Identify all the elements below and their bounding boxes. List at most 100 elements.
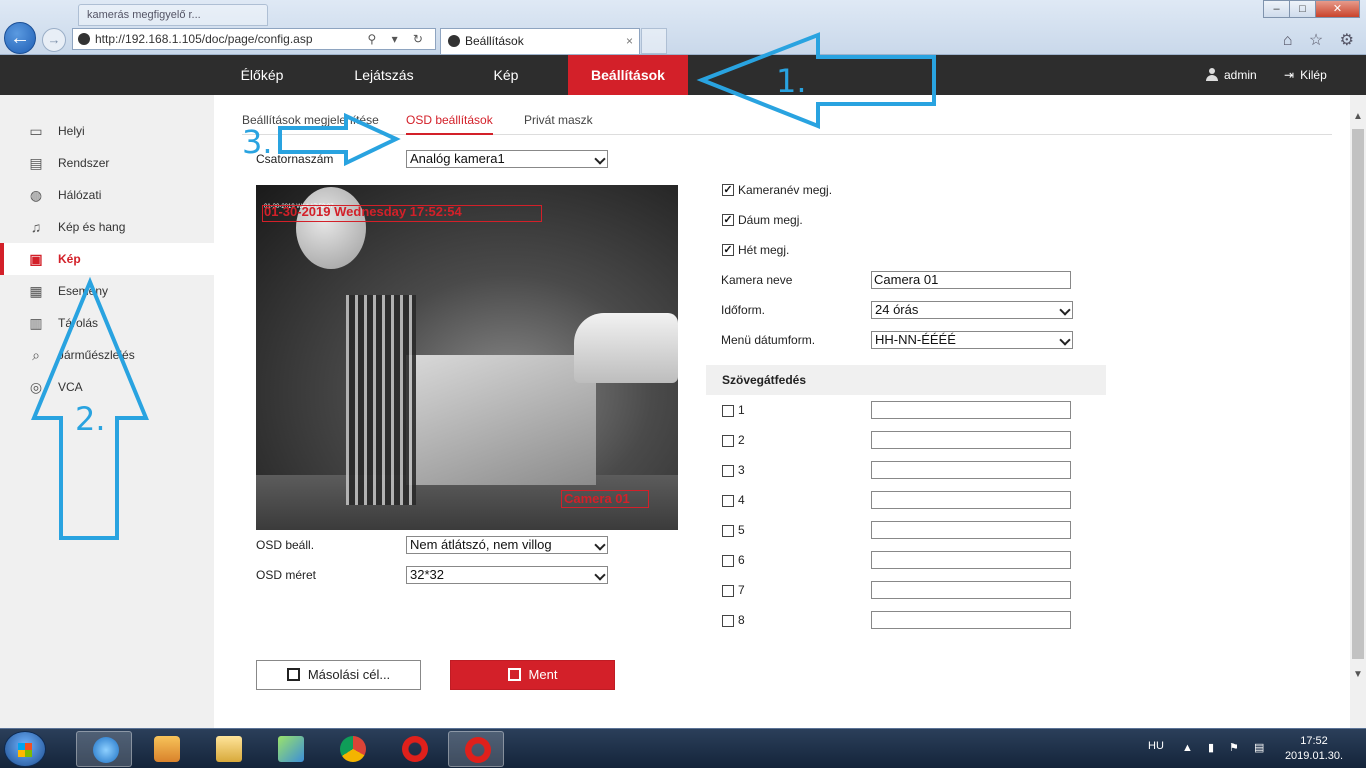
chevron-down-icon (1059, 334, 1071, 346)
osd-mode-value: Nem átlátszó, nem villog (410, 537, 552, 552)
show-camera-name-checkbox[interactable]: ✓ (722, 184, 734, 196)
tab-privacy-mask[interactable]: Privát maszk (524, 109, 593, 135)
copy-button-label: Másolási cél... (307, 667, 391, 682)
page-scrollbar[interactable]: ▲ ▼ (1350, 95, 1366, 728)
time-format-label: Időform. (721, 303, 766, 317)
camera-name-label: Kamera neve (721, 273, 793, 287)
sidebar-item-video-audio[interactable]: ♫ Kép és hang (0, 211, 214, 243)
camera-name-input[interactable]: Camera 01 (871, 271, 1071, 289)
clock-time: 17:52 (1300, 735, 1328, 747)
chevron-down-icon (594, 539, 606, 551)
logout-link[interactable]: ⇥ Kilép (1284, 55, 1327, 95)
address-url: http://192.168.1.105/doc/page/config.asp (95, 32, 313, 46)
overlay-2-checkbox[interactable] (722, 435, 734, 447)
sidebar-item-local[interactable]: ▭ Helyi (0, 115, 214, 147)
save-button[interactable]: Ment (450, 660, 615, 690)
calendar-icon: ▦ (29, 283, 43, 299)
overlay-1-input[interactable] (871, 401, 1071, 419)
folder-icon (216, 736, 242, 762)
preview-gate (346, 295, 416, 505)
taskbar-chrome[interactable] (324, 731, 380, 767)
sidebar-item-event[interactable]: ▦ Esemény (0, 275, 214, 307)
overlay-6-checkbox[interactable] (722, 555, 734, 567)
minimize-button[interactable]: – (1263, 0, 1290, 18)
active-browser-tab[interactable]: Beállítások × (440, 28, 640, 54)
overlay-3-input[interactable] (871, 461, 1071, 479)
sidebar-item-label: Esemény (58, 284, 109, 298)
overlay-8-checkbox[interactable] (722, 615, 734, 627)
osd-size-label: OSD méret (256, 568, 317, 582)
main-content: Beállítások megjelenítése OSD beállításo… (214, 95, 1350, 728)
sidebar-item-storage[interactable]: ▥ Tárolás (0, 307, 214, 339)
taskbar-media-player[interactable] (138, 731, 194, 767)
show-date-checkbox[interactable]: ✓ (722, 214, 734, 226)
sidebar-item-vehicle-detection[interactable]: ⌕ Járműészlelés (0, 339, 214, 371)
overlay-7-checkbox[interactable] (722, 585, 734, 597)
show-week-checkbox[interactable]: ✓ (722, 244, 734, 256)
osd-date-text: 01-30-2019 Wednesday 17:52:54 (264, 204, 462, 219)
tray-icons[interactable]: ▲ ▮ ⚑ ▤ (1182, 741, 1270, 754)
overlay-2-input[interactable] (871, 431, 1071, 449)
osd-size-select[interactable]: 32*32 (406, 566, 608, 584)
internet-explorer-icon (93, 737, 119, 763)
video-preview[interactable]: 01-30-2019 Wed 17:52:07 01-30-2019 Wedne… (256, 185, 678, 530)
system-clock[interactable]: 17:52 2019.01.30. (1276, 734, 1352, 764)
sidebar-item-label: Kép és hang (58, 220, 126, 234)
nav-live-view[interactable]: Élőkép (214, 55, 310, 95)
taskbar-opera[interactable] (386, 731, 442, 767)
site-favicon-icon (78, 33, 90, 45)
preview-car (574, 313, 678, 383)
osd-mode-select[interactable]: Nem átlátszó, nem villog (406, 536, 608, 554)
overlay-7-input[interactable] (871, 581, 1071, 599)
overlay-6-input[interactable] (871, 551, 1071, 569)
taskbar-explorer[interactable] (200, 731, 256, 767)
copy-to-button[interactable]: Másolási cél... (256, 660, 421, 690)
taskbar-ie[interactable] (76, 731, 132, 767)
taskbar-paint[interactable] (262, 731, 318, 767)
overlay-5-checkbox[interactable] (722, 525, 734, 537)
taskbar-opera-active[interactable] (448, 731, 504, 767)
tab-osd-settings[interactable]: OSD beállítások (406, 109, 493, 135)
chevron-down-icon (594, 569, 606, 581)
overlay-4-input[interactable] (871, 491, 1071, 509)
overlay-5-input[interactable] (871, 521, 1071, 539)
forward-button[interactable]: → (42, 28, 66, 52)
browser-right-tools[interactable]: ⌂ ☆ ⚙ (1283, 30, 1360, 50)
sidebar-item-label: Helyi (58, 124, 85, 138)
address-tools[interactable]: ⚲ ▾ ↻ (367, 29, 429, 49)
osd-camera-name-text: Camera 01 (564, 491, 630, 506)
sidebar-item-system[interactable]: ▤ Rendszer (0, 147, 214, 179)
microphone-icon: ♫ (30, 219, 42, 235)
overlay-3-label: 3 (738, 463, 745, 477)
scroll-up-icon[interactable]: ▲ (1350, 109, 1366, 125)
scrollbar-thumb[interactable] (1352, 129, 1364, 659)
overlay-1-checkbox[interactable] (722, 405, 734, 417)
overlay-3-checkbox[interactable] (722, 465, 734, 477)
sidebar-item-network[interactable]: ◍ Hálózati (0, 179, 214, 211)
settings-sidebar: ▭ Helyi ▤ Rendszer ◍ Hálózati ♫ Kép és hang … (0, 95, 214, 728)
channel-select[interactable]: Analóg kamera1 (406, 150, 608, 168)
overlay-8-input[interactable] (871, 611, 1071, 629)
scroll-down-icon[interactable]: ▼ (1350, 667, 1366, 683)
overlay-4-checkbox[interactable] (722, 495, 734, 507)
date-format-value: HH-NN-ÉÉÉÉ (875, 332, 956, 347)
maximize-button[interactable]: □ (1289, 0, 1316, 18)
tab-title: Beállítások (465, 34, 524, 48)
sidebar-item-vca[interactable]: ◎ VCA (0, 371, 214, 403)
user-menu[interactable]: admin (1206, 55, 1257, 95)
nav-picture[interactable]: Kép (456, 55, 556, 95)
close-window-button[interactable]: ✕ (1315, 0, 1360, 18)
date-format-select[interactable]: HH-NN-ÉÉÉÉ (871, 331, 1073, 349)
tab-close-icon[interactable]: × (626, 29, 633, 53)
back-button[interactable]: ← (4, 22, 36, 54)
address-bar[interactable]: http://192.168.1.105/doc/page/config.asp… (72, 28, 436, 50)
sidebar-item-image[interactable]: ▣ Kép (0, 243, 214, 275)
nav-settings[interactable]: Beállítások (568, 55, 688, 95)
new-tab-button[interactable] (641, 28, 667, 54)
background-tab[interactable]: kamerás megfigyelő r... (78, 4, 268, 26)
media-player-icon (154, 736, 180, 762)
start-button[interactable] (4, 731, 46, 767)
nav-playback[interactable]: Lejátszás (330, 55, 438, 95)
language-indicator[interactable]: HU (1148, 740, 1164, 752)
time-format-select[interactable]: 24 órás (871, 301, 1073, 319)
